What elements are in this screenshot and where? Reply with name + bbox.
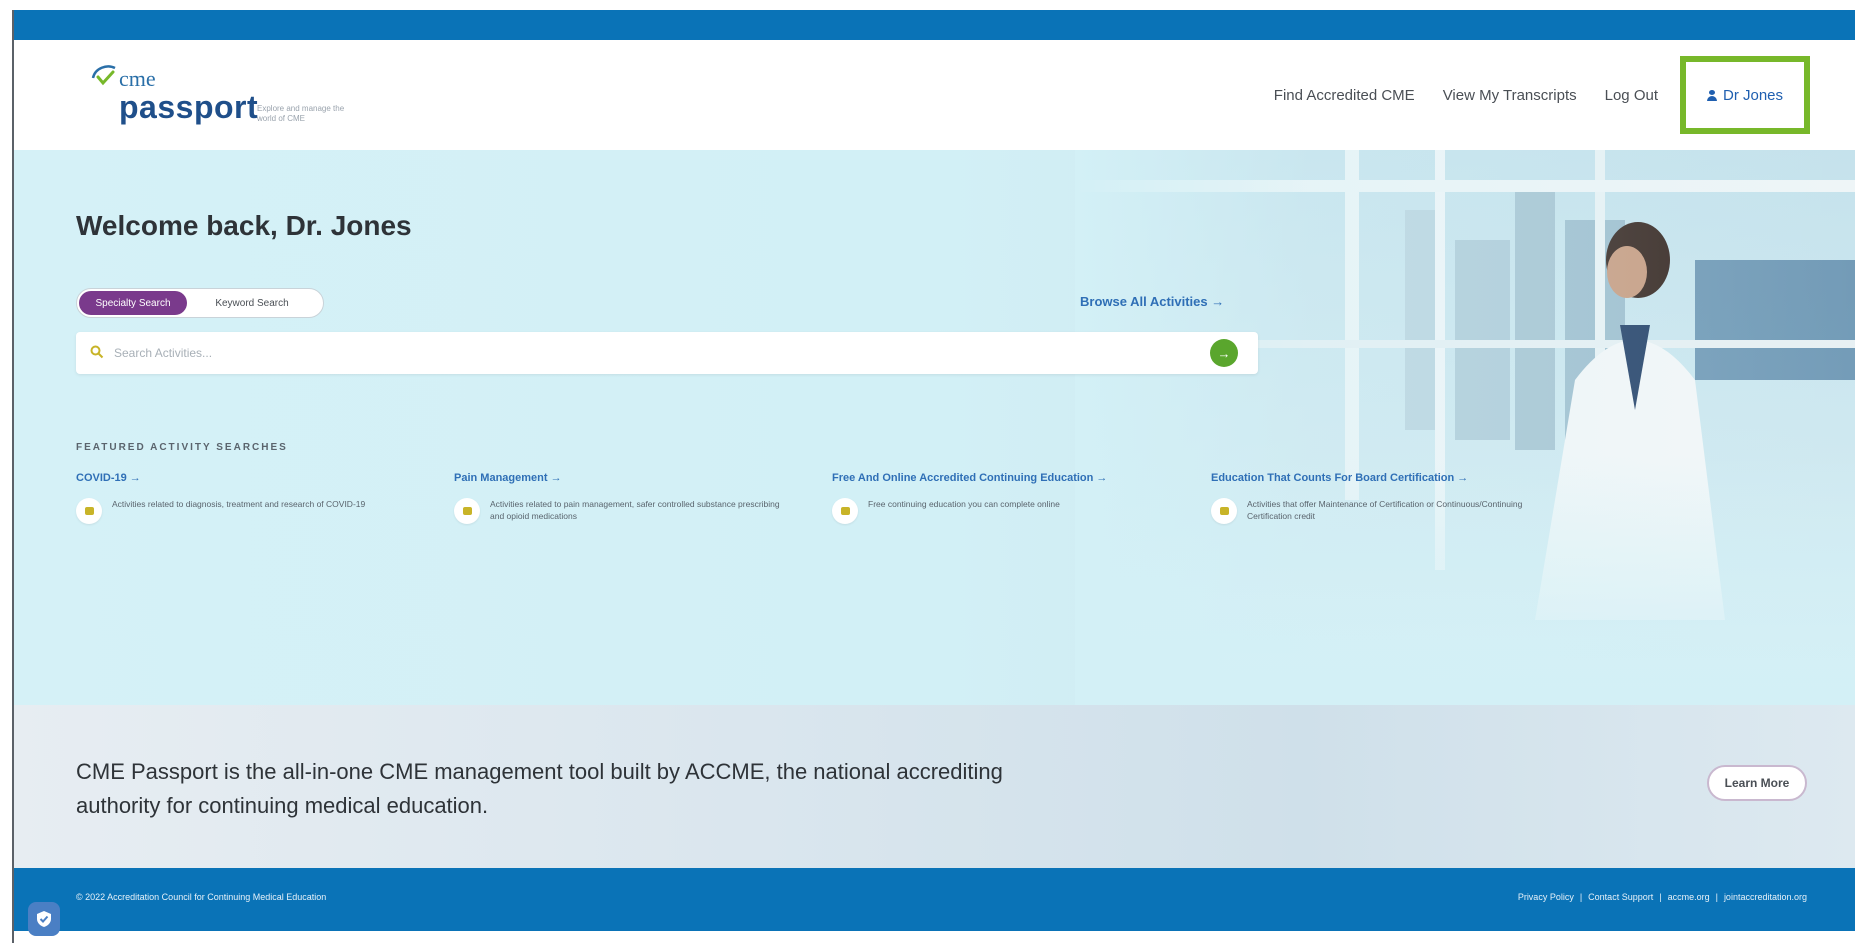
keyword-search-tab[interactable]: Keyword Search bbox=[187, 291, 317, 315]
about-banner-text: CME Passport is the all-in-one CME manag… bbox=[76, 759, 1003, 818]
featured-search-description: Activities related to diagnosis, treatme… bbox=[112, 499, 366, 509]
footer-link-privacy-policy[interactable]: Privacy Policy bbox=[1518, 892, 1574, 902]
footer-links: Privacy Policy | Contact Support | accme… bbox=[1518, 892, 1807, 902]
laptop-icon bbox=[832, 498, 858, 524]
doctor-window-background-image bbox=[1075, 150, 1855, 705]
logo-tagline: Explore and manage the world of CME bbox=[257, 104, 345, 123]
cme-passport-logo[interactable]: cme passport Explore and manage the worl… bbox=[89, 62, 389, 132]
welcome-heading: Welcome back, Dr. Jones bbox=[76, 210, 412, 241]
featured-search-title[interactable]: Education That Counts For Board Certific… bbox=[1211, 472, 1468, 484]
footer-separator: | bbox=[1579, 892, 1583, 902]
specialty-search-tab[interactable]: Specialty Search bbox=[79, 291, 187, 315]
featured-searches-heading: FEATURED ACTIVITY SEARCHES bbox=[76, 442, 288, 453]
featured-search-title[interactable]: COVID-19 → bbox=[76, 472, 141, 484]
featured-search-covid: COVID-19 → Activities related to diagnos… bbox=[76, 468, 436, 524]
virus-icon bbox=[76, 498, 102, 524]
user-name: Dr Jones bbox=[1722, 86, 1784, 104]
nav-log-out[interactable]: Log Out bbox=[1605, 87, 1658, 104]
featured-search-description: Activities that offer Maintenance of Cer… bbox=[1247, 499, 1523, 521]
main-nav: Find Accredited CME View My Transcripts … bbox=[1246, 40, 1810, 150]
nav-view-transcripts[interactable]: View My Transcripts bbox=[1443, 87, 1577, 104]
user-profile-link[interactable]: Dr Jones bbox=[1680, 56, 1810, 134]
shield-check-icon bbox=[37, 911, 51, 927]
top-bar bbox=[14, 10, 1855, 40]
site-footer: © 2022 Accreditation Council for Continu… bbox=[14, 868, 1855, 931]
footer-link-accme[interactable]: accme.org bbox=[1668, 892, 1710, 902]
featured-search-description: Activities related to pain management, s… bbox=[490, 499, 780, 521]
nav-find-accredited-cme[interactable]: Find Accredited CME bbox=[1274, 87, 1415, 104]
footer-separator: | bbox=[1659, 892, 1662, 902]
search-mode-toggle: Specialty Search Keyword Search bbox=[76, 288, 324, 318]
hero-section: Welcome back, Dr. Jones Specialty Search… bbox=[14, 150, 1855, 705]
pill-icon bbox=[454, 498, 480, 524]
featured-search-free-online: Free And Online Accredited Continuing Ed… bbox=[832, 468, 1192, 524]
footer-copyright: © 2022 Accreditation Council for Continu… bbox=[76, 892, 327, 902]
search-icon bbox=[90, 345, 104, 359]
user-icon bbox=[1706, 89, 1717, 101]
certificate-icon bbox=[1211, 498, 1237, 524]
browse-all-activities-link[interactable]: Browse All Activities → bbox=[1080, 294, 1224, 309]
footer-separator: | bbox=[1715, 892, 1718, 902]
activity-search-bar: → bbox=[76, 332, 1258, 374]
featured-search-board-certification: Education That Counts For Board Certific… bbox=[1211, 468, 1571, 524]
app-frame: cme passport Explore and manage the worl… bbox=[12, 10, 1855, 943]
footer-link-joint-accreditation[interactable]: jointaccreditation.org bbox=[1724, 892, 1807, 902]
about-banner: CME Passport is the all-in-one CME manag… bbox=[14, 705, 1855, 868]
featured-search-title[interactable]: Pain Management → bbox=[454, 472, 562, 484]
learn-more-button[interactable]: Learn More bbox=[1707, 765, 1807, 801]
search-input[interactable] bbox=[114, 340, 1174, 366]
search-submit-arrow-icon[interactable]: → bbox=[1210, 339, 1238, 367]
featured-search-description: Free continuing education you can comple… bbox=[868, 499, 1060, 509]
footer-link-contact-support[interactable]: Contact Support bbox=[1588, 892, 1653, 902]
privacy-shield-icon[interactable] bbox=[28, 902, 60, 936]
featured-search-pain-management: Pain Management → Activities related to … bbox=[454, 468, 814, 524]
logo-passport-text: passport bbox=[119, 89, 259, 125]
featured-search-title[interactable]: Free And Online Accredited Continuing Ed… bbox=[832, 472, 1107, 484]
site-header: cme passport Explore and manage the worl… bbox=[14, 40, 1855, 150]
